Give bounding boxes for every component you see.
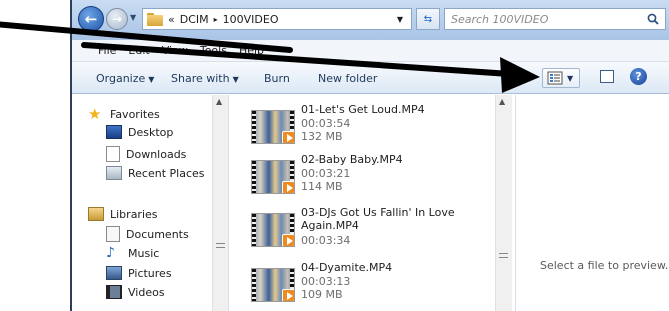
- menu-help[interactable]: Help: [239, 44, 264, 57]
- explorer-window: ← → ▼ « DCIM ▸ 100VIDEO ▼ ⇆ Search 100VI…: [70, 0, 669, 311]
- file-list-scrollbar[interactable]: ▲: [495, 95, 512, 311]
- file-size: 132 MB: [301, 130, 343, 143]
- libraries-icon: [88, 207, 104, 221]
- new-folder-button[interactable]: New folder: [318, 72, 377, 85]
- scroll-up-icon[interactable]: ▲: [499, 97, 505, 106]
- magnifier-icon[interactable]: [647, 13, 659, 25]
- file-list: 01-Let's Get Loud.MP4 00:03:54 132 MB 02…: [229, 95, 515, 311]
- breadcrumb-100video[interactable]: 100VIDEO: [223, 13, 279, 26]
- file-duration: 00:03:13: [301, 275, 351, 288]
- share-with-label: Share with: [171, 72, 230, 85]
- file-size: 114 MB: [301, 180, 343, 193]
- nav-documents[interactable]: Documents: [106, 226, 189, 242]
- file-name: 01-Let's Get Loud.MP4: [301, 103, 425, 116]
- scroll-grip-icon[interactable]: [499, 253, 508, 258]
- nav-libraries[interactable]: Libraries: [88, 207, 158, 221]
- preview-pane: Select a file to preview.: [515, 95, 669, 311]
- play-badge-icon: [282, 131, 294, 143]
- file-duration: 00:03:21: [301, 167, 351, 180]
- refresh-icon: ⇆: [423, 13, 433, 25]
- scroll-up-icon[interactable]: ▲: [216, 97, 222, 106]
- address-toolbar: ← → ▼ « DCIM ▸ 100VIDEO ▼ ⇆ Search 100VI…: [72, 0, 669, 40]
- file-size: 109 MB: [301, 288, 343, 301]
- nav-favorites[interactable]: ★ Favorites: [88, 105, 160, 123]
- address-dropdown-icon[interactable]: ▼: [397, 15, 403, 24]
- navigation-pane: ★ Favorites Desktop Downloads Recent Pla…: [72, 95, 229, 311]
- nav-recent-places-label: Recent Places: [128, 166, 205, 180]
- menu-file[interactable]: File: [98, 44, 116, 57]
- address-field[interactable]: « DCIM ▸ 100VIDEO ▼: [142, 8, 412, 30]
- nav-documents-label: Documents: [126, 227, 189, 241]
- nav-videos-label: Videos: [128, 285, 165, 299]
- pictures-icon: [106, 266, 122, 280]
- search-input[interactable]: Search 100VIDEO: [444, 8, 666, 30]
- nav-music-label: Music: [128, 246, 160, 260]
- file-item[interactable]: 01-Let's Get Loud.MP4 00:03:54 132 MB: [243, 103, 493, 151]
- help-icon[interactable]: ?: [630, 68, 647, 85]
- breadcrumb-dcim[interactable]: DCIM: [180, 13, 209, 26]
- preview-pane-icon[interactable]: [600, 70, 614, 83]
- refresh-button[interactable]: ⇆: [416, 8, 440, 30]
- nav-recent-places[interactable]: Recent Places: [106, 166, 205, 180]
- details-view-icon: [547, 71, 563, 85]
- preview-message: Select a file to preview.: [540, 259, 669, 272]
- back-arrow-icon: ←: [84, 10, 98, 28]
- breadcrumb-separator[interactable]: ▸: [214, 15, 218, 24]
- play-badge-icon: [282, 289, 294, 301]
- menu-tools[interactable]: Tools: [200, 44, 227, 57]
- videos-icon: [106, 285, 122, 299]
- recent-pages-dropdown[interactable]: ▼: [130, 13, 136, 22]
- nav-downloads[interactable]: Downloads: [106, 146, 186, 162]
- scroll-grip-icon[interactable]: [216, 243, 225, 248]
- video-thumbnail: [251, 160, 295, 194]
- nav-pictures[interactable]: Pictures: [106, 266, 172, 280]
- video-thumbnail: [251, 268, 295, 302]
- command-bar: Organize ▼ Share with ▼ Burn New folder ▼ …: [72, 62, 669, 94]
- organize-button[interactable]: Organize ▼: [96, 72, 154, 85]
- recent-places-icon: [106, 166, 122, 180]
- breadcrumb-overflow[interactable]: «: [168, 13, 175, 26]
- nav-desktop-label: Desktop: [128, 125, 174, 139]
- file-item[interactable]: 04-Dyamite.MP4 00:03:13 109 MB: [243, 261, 493, 311]
- nav-desktop[interactable]: Desktop: [106, 125, 173, 139]
- desktop-icon: [106, 125, 122, 139]
- forward-button[interactable]: →: [106, 8, 128, 30]
- back-button[interactable]: ←: [78, 6, 104, 32]
- share-with-button[interactable]: Share with ▼: [171, 72, 239, 85]
- organize-label: Organize: [96, 72, 146, 85]
- documents-icon: [106, 226, 120, 242]
- video-thumbnail: [251, 213, 295, 247]
- file-item[interactable]: 03-DJs Got Us Fallin' In Love Again.MP4 …: [243, 206, 493, 256]
- nav-videos[interactable]: Videos: [106, 285, 165, 299]
- play-badge-icon: [282, 181, 294, 193]
- change-view-button[interactable]: ▼: [542, 68, 580, 88]
- chevron-down-icon: ▼: [148, 75, 155, 84]
- nav-downloads-label: Downloads: [126, 147, 187, 161]
- play-badge-icon: [282, 234, 294, 246]
- file-item[interactable]: 02-Baby Baby.MP4 00:03:21 114 MB: [243, 153, 493, 201]
- nav-pictures-label: Pictures: [128, 266, 172, 280]
- nav-music[interactable]: ♪ Music: [106, 246, 159, 260]
- star-icon: ★: [88, 105, 102, 123]
- file-name: 02-Baby Baby.MP4: [301, 153, 403, 166]
- video-thumbnail: [251, 110, 295, 144]
- nav-favorites-label: Favorites: [110, 107, 160, 121]
- nav-scrollbar[interactable]: ▲: [212, 95, 228, 311]
- folder-icon: [147, 12, 163, 26]
- file-duration: 00:03:34: [301, 234, 351, 247]
- burn-button[interactable]: Burn: [264, 72, 290, 85]
- file-duration: 00:03:54: [301, 117, 351, 130]
- downloads-icon: [106, 146, 120, 162]
- file-name: 04-Dyamite.MP4: [301, 261, 393, 274]
- search-placeholder: Search 100VIDEO: [451, 13, 549, 26]
- menu-edit[interactable]: Edit: [128, 44, 149, 57]
- menu-bar: File Edit View Tools Help: [72, 40, 669, 62]
- forward-arrow-icon: →: [111, 12, 123, 26]
- file-name: 03-DJs Got Us Fallin' In Love Again.MP4: [301, 206, 455, 232]
- nav-libraries-label: Libraries: [110, 207, 158, 221]
- chevron-down-icon: ▼: [232, 75, 239, 84]
- menu-view[interactable]: View: [162, 44, 188, 57]
- chevron-down-icon[interactable]: ▼: [567, 74, 573, 83]
- music-icon: ♪: [106, 245, 115, 261]
